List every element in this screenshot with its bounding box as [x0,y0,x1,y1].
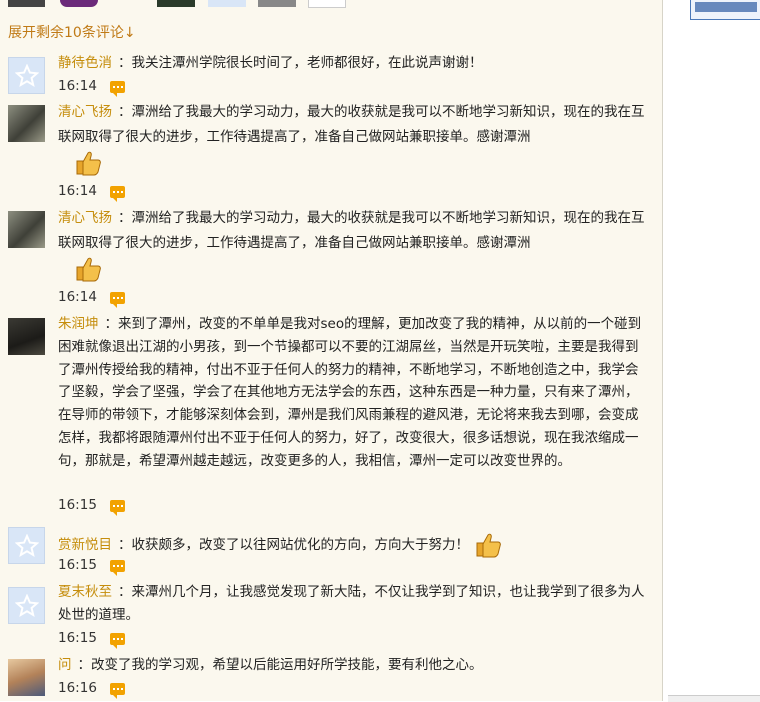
star-avatar-icon [14,534,39,558]
comment-text: ：潭洲给了我最大的学习动力，最大的收获就是我可以不断地学习新知识，现在的我在互联… [58,104,645,145]
comment-time: 16:16 [58,680,97,696]
star-avatar-icon [14,64,39,88]
comment-username[interactable]: 赏新悦目 [58,537,112,553]
reply-bubble-icon[interactable] [110,560,125,576]
avatar[interactable] [8,527,45,564]
comment-time: 16:14 [58,183,97,199]
comment-username[interactable]: 夏末秋至 [58,584,112,600]
avatar-strip-2[interactable] [60,0,98,7]
comment-meta: 16:14 [58,289,125,309]
thumbs-up-icon [76,151,101,176]
comment-time: 16:15 [58,557,97,573]
comment-meta: 16:15 [58,557,125,577]
comment-text: ：收获颇多，改变了以往网站优化的方向，方向大于努力！ [118,537,469,553]
comments-panel: 展开剩余10条评论↓ 静待色消 ：我关注潭州学院很长时间了，老师都很好，在此说声谢… [0,0,662,701]
comment-meta: 16:14 [58,183,125,203]
thumbs-up-icon [76,257,101,282]
avatar[interactable] [8,587,45,624]
reply-bubble-icon[interactable] [110,683,125,699]
comment-username[interactable]: 静待色消 [58,55,112,71]
comment-meta: 16:15 [58,630,125,650]
avatar[interactable] [8,57,45,94]
comment-username[interactable]: 清心飞扬 [58,104,112,120]
comment-text: ：改变了我的学习观，希望以后能运用好所学技能，要有利他之心。 [77,657,483,673]
avatar-strip-4[interactable] [208,0,246,7]
comment-text: ：来到了潭州，改变的不单单是我对seo的理解，更加改变了我的精神，从以前的一个碰… [58,316,642,469]
sidebar-banner[interactable] [690,0,760,20]
comment-meta: 16:14 [58,78,125,98]
comment-username[interactable]: 问 [58,657,72,673]
avatar[interactable] [8,318,45,355]
avatar-strip-6[interactable] [308,0,346,8]
reply-bubble-icon[interactable] [110,81,125,97]
reply-bubble-icon[interactable] [110,186,125,202]
reply-bubble-icon[interactable] [110,633,125,649]
star-avatar-icon [14,594,39,618]
thumbs-up-icon [476,533,502,558]
reply-bubble-icon[interactable] [110,500,125,516]
avatar[interactable] [8,659,45,696]
right-sidebar [663,0,760,701]
avatar-strip-5[interactable] [258,0,296,7]
comment-text: ：来潭州几个月，让我感觉发现了新大陆，不仅让我学到了知识，也让我学到了很多为人处… [58,584,645,623]
comment-meta: 16:15 [58,497,125,517]
comment-time: 16:14 [58,78,97,94]
comment-username[interactable]: 清心飞扬 [58,210,112,226]
comment-meta: 16:16 [58,680,125,700]
comment-time: 16:14 [58,289,97,305]
avatar[interactable] [8,211,45,248]
avatar-strip-3[interactable] [157,0,195,7]
avatar[interactable] [8,105,45,142]
comment-time: 16:15 [58,630,97,646]
reply-bubble-icon[interactable] [110,292,125,308]
expand-comments-link[interactable]: 展开剩余10条评论↓ [8,22,136,42]
comment-text: ：潭洲给了我最大的学习动力，最大的收获就是我可以不断地学习新知识，现在的我在互联… [58,210,645,251]
comment-username[interactable]: 朱润坤 [58,316,99,332]
comment-text: ：我关注潭州学院很长时间了，老师都很好，在此说声谢谢！ [118,55,483,71]
avatar-strip-1[interactable] [8,0,45,7]
comment-time: 16:15 [58,497,97,513]
